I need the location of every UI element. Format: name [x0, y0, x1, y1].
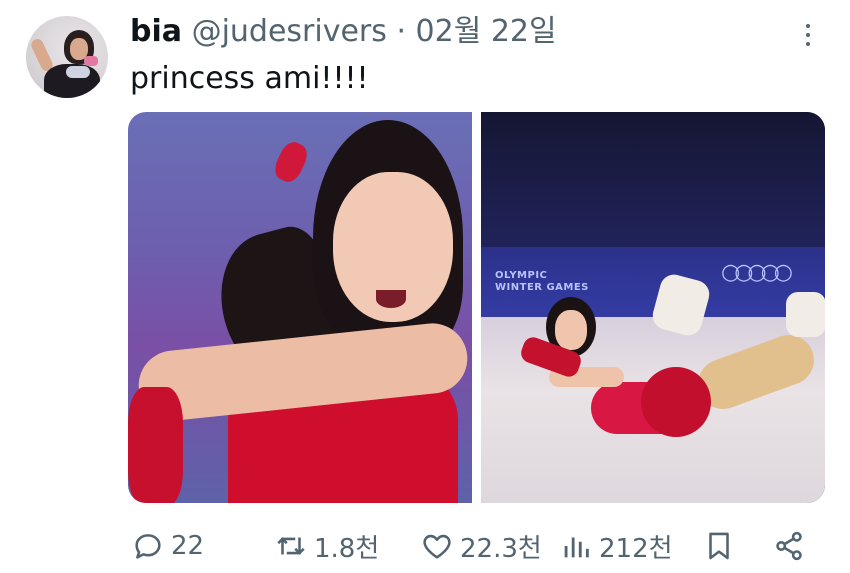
media-photo-left[interactable]	[128, 112, 472, 503]
display-name[interactable]: bia	[130, 14, 182, 49]
separator-dot: ·	[396, 14, 406, 49]
photo-right-stands	[481, 112, 825, 247]
photo-right-skirt	[641, 367, 711, 437]
like-count: 22.3천	[460, 533, 542, 564]
reply-count: 22	[171, 531, 205, 561]
avatar-hand	[84, 56, 98, 66]
view-count: 212천	[599, 533, 673, 564]
share-icon	[776, 531, 802, 561]
heart-icon	[423, 534, 451, 559]
photo-left-mouth	[376, 290, 406, 308]
bar-chart-icon	[564, 537, 589, 558]
reply-bubble-icon	[135, 534, 161, 559]
reply-button[interactable]: 22	[131, 524, 204, 568]
retweet-icon	[277, 537, 305, 555]
views-button[interactable]: 212천	[559, 524, 673, 568]
action-bar: 22 1.8천 22.3천 212천	[0, 524, 850, 568]
tweet-header: bia @judesrivers · 02월 22일	[130, 12, 557, 52]
avatar-necklace	[66, 66, 90, 78]
photo-right-face	[555, 310, 587, 350]
olympic-rings-icon: ○○○○○	[721, 260, 793, 285]
like-button[interactable]: 22.3천	[420, 524, 542, 568]
user-handle[interactable]: @judesrivers	[192, 14, 387, 49]
retweet-count: 1.8천	[314, 533, 380, 564]
bookmark-icon	[709, 532, 729, 560]
avatar[interactable]	[26, 16, 108, 98]
photo-left-glove	[128, 387, 183, 503]
photo-right-skate-2	[786, 292, 825, 337]
photo-right-board-text: OLYMPIC WINTER GAMES	[495, 270, 589, 293]
bookmark-button[interactable]	[702, 524, 736, 568]
tweet-text: princess ami!!!!	[130, 61, 369, 96]
retweet-button[interactable]: 1.8천	[274, 524, 379, 568]
share-button[interactable]	[772, 524, 806, 568]
tweet-date[interactable]: 02월 22일	[416, 14, 557, 49]
media-photo-right[interactable]: OLYMPIC WINTER GAMES ○○○○○	[481, 112, 825, 503]
more-dots-icon[interactable]	[798, 18, 818, 52]
photo-left-hair-bow	[270, 138, 312, 186]
